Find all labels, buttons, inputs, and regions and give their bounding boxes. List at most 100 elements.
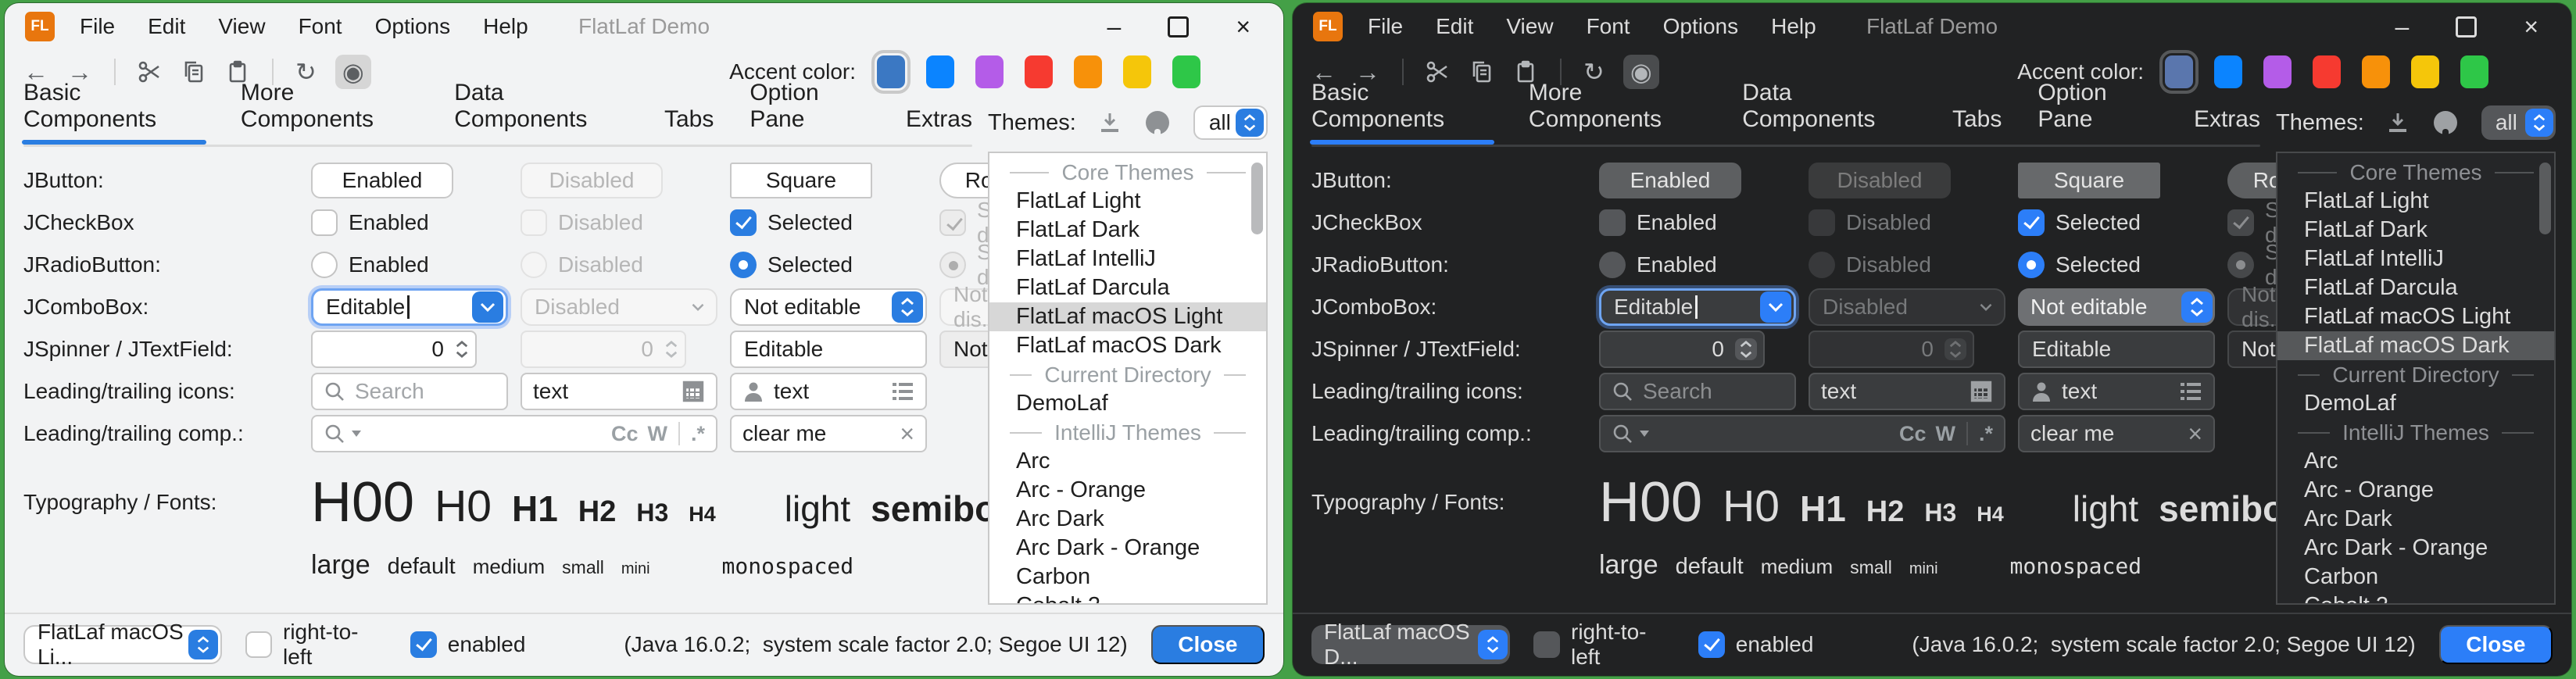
laf-combobox[interactable]: FlatLaf macOS Li...	[23, 625, 222, 664]
checkbox[interactable]	[245, 631, 272, 658]
menu-view[interactable]: View	[218, 14, 265, 39]
checkbox[interactable]	[1533, 631, 1560, 658]
github-icon[interactable]	[2431, 109, 2460, 137]
theme-list-item[interactable]: FlatLaf Dark	[989, 216, 1266, 245]
tab-basic-components[interactable]: Basic Components	[1311, 80, 1493, 142]
close-window-button[interactable]: ×	[2524, 14, 2538, 39]
list-icon[interactable]	[891, 381, 914, 402]
accent-swatch[interactable]	[2362, 55, 2390, 88]
download-icon[interactable]	[2386, 111, 2410, 134]
radio-enabled[interactable]	[311, 252, 338, 278]
checkbox-selected[interactable]	[730, 209, 757, 236]
menu-help[interactable]: Help	[483, 14, 528, 39]
accent-swatch[interactable]	[2214, 55, 2242, 88]
scrollbar-thumb[interactable]	[1251, 163, 1263, 234]
spinner[interactable]: 0	[1599, 331, 1765, 368]
theme-list-item[interactable]: Cobalt 2	[2277, 591, 2554, 605]
whole-word-icon[interactable]: W	[648, 422, 667, 446]
menu-options[interactable]: Options	[1663, 14, 1739, 39]
chevron-updown-icon[interactable]	[1236, 109, 1264, 137]
text-field-with-user-icon[interactable]: text	[730, 373, 927, 410]
editable-textfield[interactable]: Editable	[730, 331, 927, 368]
whole-word-icon[interactable]: W	[1936, 422, 1955, 446]
calendar-table-icon[interactable]	[682, 380, 705, 403]
tab-data-components[interactable]: Data Components	[454, 80, 628, 142]
search-with-options-field[interactable]: Cc W .*	[1599, 415, 2005, 452]
tab-option-pane[interactable]: Option Pane	[750, 80, 870, 142]
editable-textfield[interactable]: Editable	[2018, 331, 2215, 368]
theme-list-item[interactable]: FlatLaf Darcula	[2277, 273, 2554, 302]
menu-edit[interactable]: Edit	[148, 14, 185, 39]
noneditable-combobox[interactable]: Not editable	[2018, 288, 2215, 326]
tab-more-components[interactable]: More Components	[241, 80, 418, 142]
maximize-button[interactable]	[1168, 16, 1189, 38]
theme-list-item[interactable]: Arc Dark - Orange	[989, 534, 1266, 563]
spinner-arrows-icon[interactable]	[455, 340, 469, 359]
accent-swatch[interactable]	[2313, 55, 2341, 88]
clearable-field[interactable]: clear me ×	[730, 415, 927, 452]
chevron-updown-icon[interactable]	[1478, 630, 1508, 659]
chevron-updown-icon[interactable]	[892, 291, 923, 323]
theme-list-item[interactable]: FlatLaf macOS Dark	[989, 331, 1266, 360]
enabled-checkbox[interactable]: enabled	[410, 631, 526, 658]
checkbox-selected[interactable]	[2018, 209, 2045, 236]
chevron-down-icon[interactable]	[1760, 291, 1791, 323]
checkbox[interactable]	[1698, 631, 1725, 658]
enabled-button[interactable]: Enabled	[311, 163, 453, 198]
minimize-button[interactable]: –	[1107, 14, 1122, 39]
chevron-updown-icon[interactable]	[188, 630, 218, 659]
search-icon[interactable]	[1612, 423, 1633, 445]
checkbox-enabled[interactable]	[1599, 209, 1626, 236]
laf-combobox[interactable]: FlatLaf macOS D...	[1311, 625, 1510, 664]
clear-icon[interactable]: ×	[2188, 420, 2202, 448]
close-button[interactable]: Close	[1151, 625, 1265, 664]
enabled-button[interactable]: Enabled	[1599, 163, 1741, 198]
maximize-button[interactable]	[2456, 16, 2477, 38]
chevron-updown-icon[interactable]	[2525, 109, 2553, 137]
themes-list[interactable]: Core ThemesFlatLaf LightFlatLaf DarkFlat…	[988, 152, 1268, 605]
menu-file[interactable]: File	[80, 14, 115, 39]
radio-selected[interactable]	[2018, 252, 2045, 278]
checkbox[interactable]	[410, 631, 437, 658]
chevron-down-icon[interactable]	[472, 291, 503, 323]
checkbox-enabled[interactable]	[311, 209, 338, 236]
tab-more-components[interactable]: More Components	[1529, 80, 1706, 142]
accent-swatch[interactable]	[1123, 55, 1151, 88]
close-window-button[interactable]: ×	[1236, 14, 1250, 39]
themes-list[interactable]: Core ThemesFlatLaf LightFlatLaf DarkFlat…	[2276, 152, 2556, 605]
themes-filter-combobox[interactable]: all	[2481, 105, 2556, 140]
accent-swatch[interactable]	[1074, 55, 1102, 88]
text-field-with-user-icon[interactable]: text	[2018, 373, 2215, 410]
accent-swatch[interactable]	[2165, 55, 2193, 88]
spinner[interactable]: 0	[311, 331, 477, 368]
text-field-with-table-icon[interactable]: text	[521, 373, 717, 410]
search-field[interactable]: Search	[311, 373, 508, 410]
theme-list-item[interactable]: Arc	[989, 447, 1266, 476]
menu-font[interactable]: Font	[1587, 14, 1630, 39]
github-icon[interactable]	[1143, 109, 1172, 137]
theme-list-item[interactable]: Arc Dark	[2277, 505, 2554, 534]
spinner-arrows-icon[interactable]	[1735, 338, 1757, 360]
tab-tabs[interactable]: Tabs	[664, 106, 714, 142]
editable-combobox[interactable]: Editable	[1599, 288, 1796, 326]
clear-icon[interactable]: ×	[900, 420, 914, 448]
menu-options[interactable]: Options	[375, 14, 451, 39]
accent-swatch[interactable]	[2460, 55, 2488, 88]
tab-extras[interactable]: Extras	[906, 106, 972, 142]
theme-list-item[interactable]: FlatLaf macOS Light	[989, 302, 1266, 331]
accent-swatch[interactable]	[975, 55, 1004, 88]
accent-swatch[interactable]	[2411, 55, 2439, 88]
enabled-checkbox[interactable]: enabled	[1698, 631, 1814, 658]
tab-basic-components[interactable]: Basic Components	[23, 80, 205, 142]
theme-list-item[interactable]: FlatLaf macOS Light	[2277, 302, 2554, 331]
accent-swatch[interactable]	[1172, 55, 1200, 88]
accent-swatch[interactable]	[926, 55, 954, 88]
regex-icon[interactable]: .*	[1979, 422, 1993, 446]
theme-list-item[interactable]: Arc	[2277, 447, 2554, 476]
search-icon[interactable]	[324, 423, 345, 445]
regex-icon[interactable]: .*	[691, 422, 705, 446]
tab-data-components[interactable]: Data Components	[1742, 80, 1916, 142]
theme-list-item[interactable]: FlatLaf IntelliJ	[989, 245, 1266, 273]
tab-tabs[interactable]: Tabs	[1952, 106, 2002, 142]
accent-swatch[interactable]	[877, 55, 905, 88]
